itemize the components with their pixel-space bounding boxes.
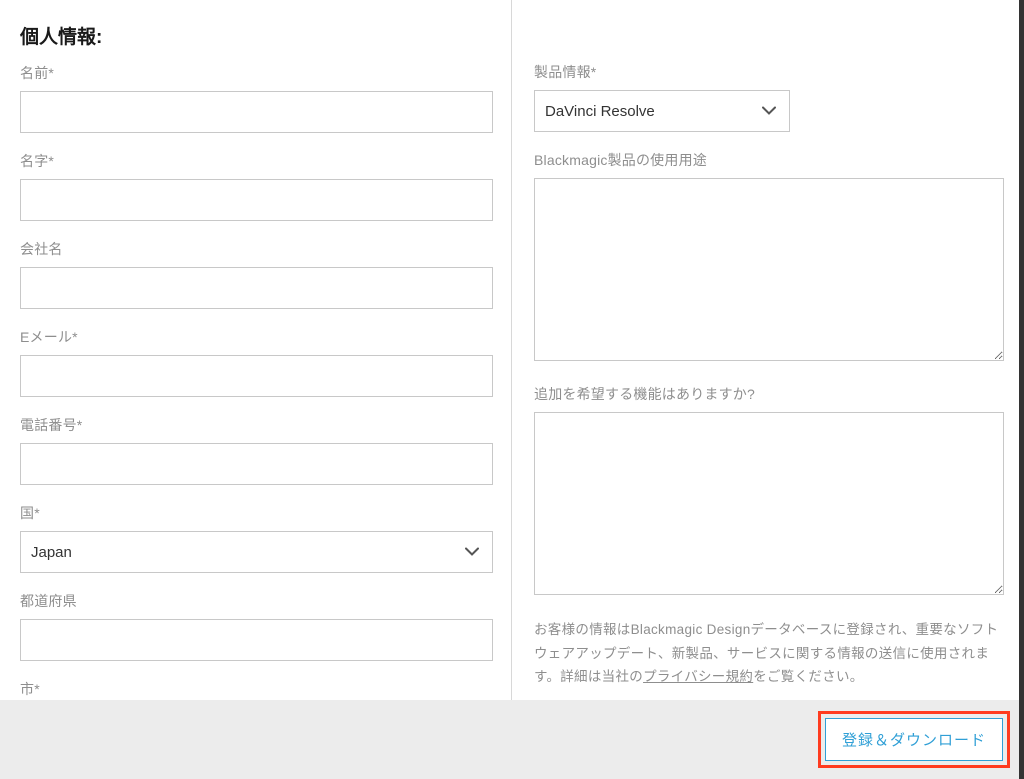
footer-bar: 登録＆ダウンロード xyxy=(0,700,1024,779)
first-name-input[interactable] xyxy=(20,91,493,133)
usage-textarea[interactable] xyxy=(534,178,1004,361)
product-select[interactable]: DaVinci Resolve xyxy=(534,90,790,132)
prefecture-input[interactable] xyxy=(20,619,493,661)
disclaimer-text: お客様の情報はBlackmagic Designデータベースに登録され、重要なソ… xyxy=(534,618,1004,689)
label-company: 会社名 xyxy=(20,239,493,259)
label-first-name: 名前* xyxy=(20,63,493,83)
company-input[interactable] xyxy=(20,267,493,309)
highlight-annotation: 登録＆ダウンロード xyxy=(818,711,1010,768)
last-name-input[interactable] xyxy=(20,179,493,221)
privacy-link[interactable]: プライバシー規約 xyxy=(643,669,753,684)
label-product: 製品情報* xyxy=(534,62,1004,82)
country-select[interactable]: Japan xyxy=(20,531,493,573)
section-title-personal: 個人情報: xyxy=(20,22,493,49)
label-email: Eメール* xyxy=(20,327,493,347)
label-city: 市* xyxy=(20,679,493,699)
label-country: 国* xyxy=(20,503,493,523)
register-download-button[interactable]: 登録＆ダウンロード xyxy=(825,718,1003,761)
phone-input[interactable] xyxy=(20,443,493,485)
email-input[interactable] xyxy=(20,355,493,397)
features-textarea[interactable] xyxy=(534,412,1004,595)
label-phone: 電話番号* xyxy=(20,415,493,435)
label-usage: Blackmagic製品の使用用途 xyxy=(534,150,1004,170)
label-prefecture: 都道府県 xyxy=(20,591,493,611)
label-last-name: 名字* xyxy=(20,151,493,171)
label-features: 追加を希望する機能はありますか? xyxy=(534,384,1004,404)
right-edge-bar xyxy=(1019,0,1024,779)
